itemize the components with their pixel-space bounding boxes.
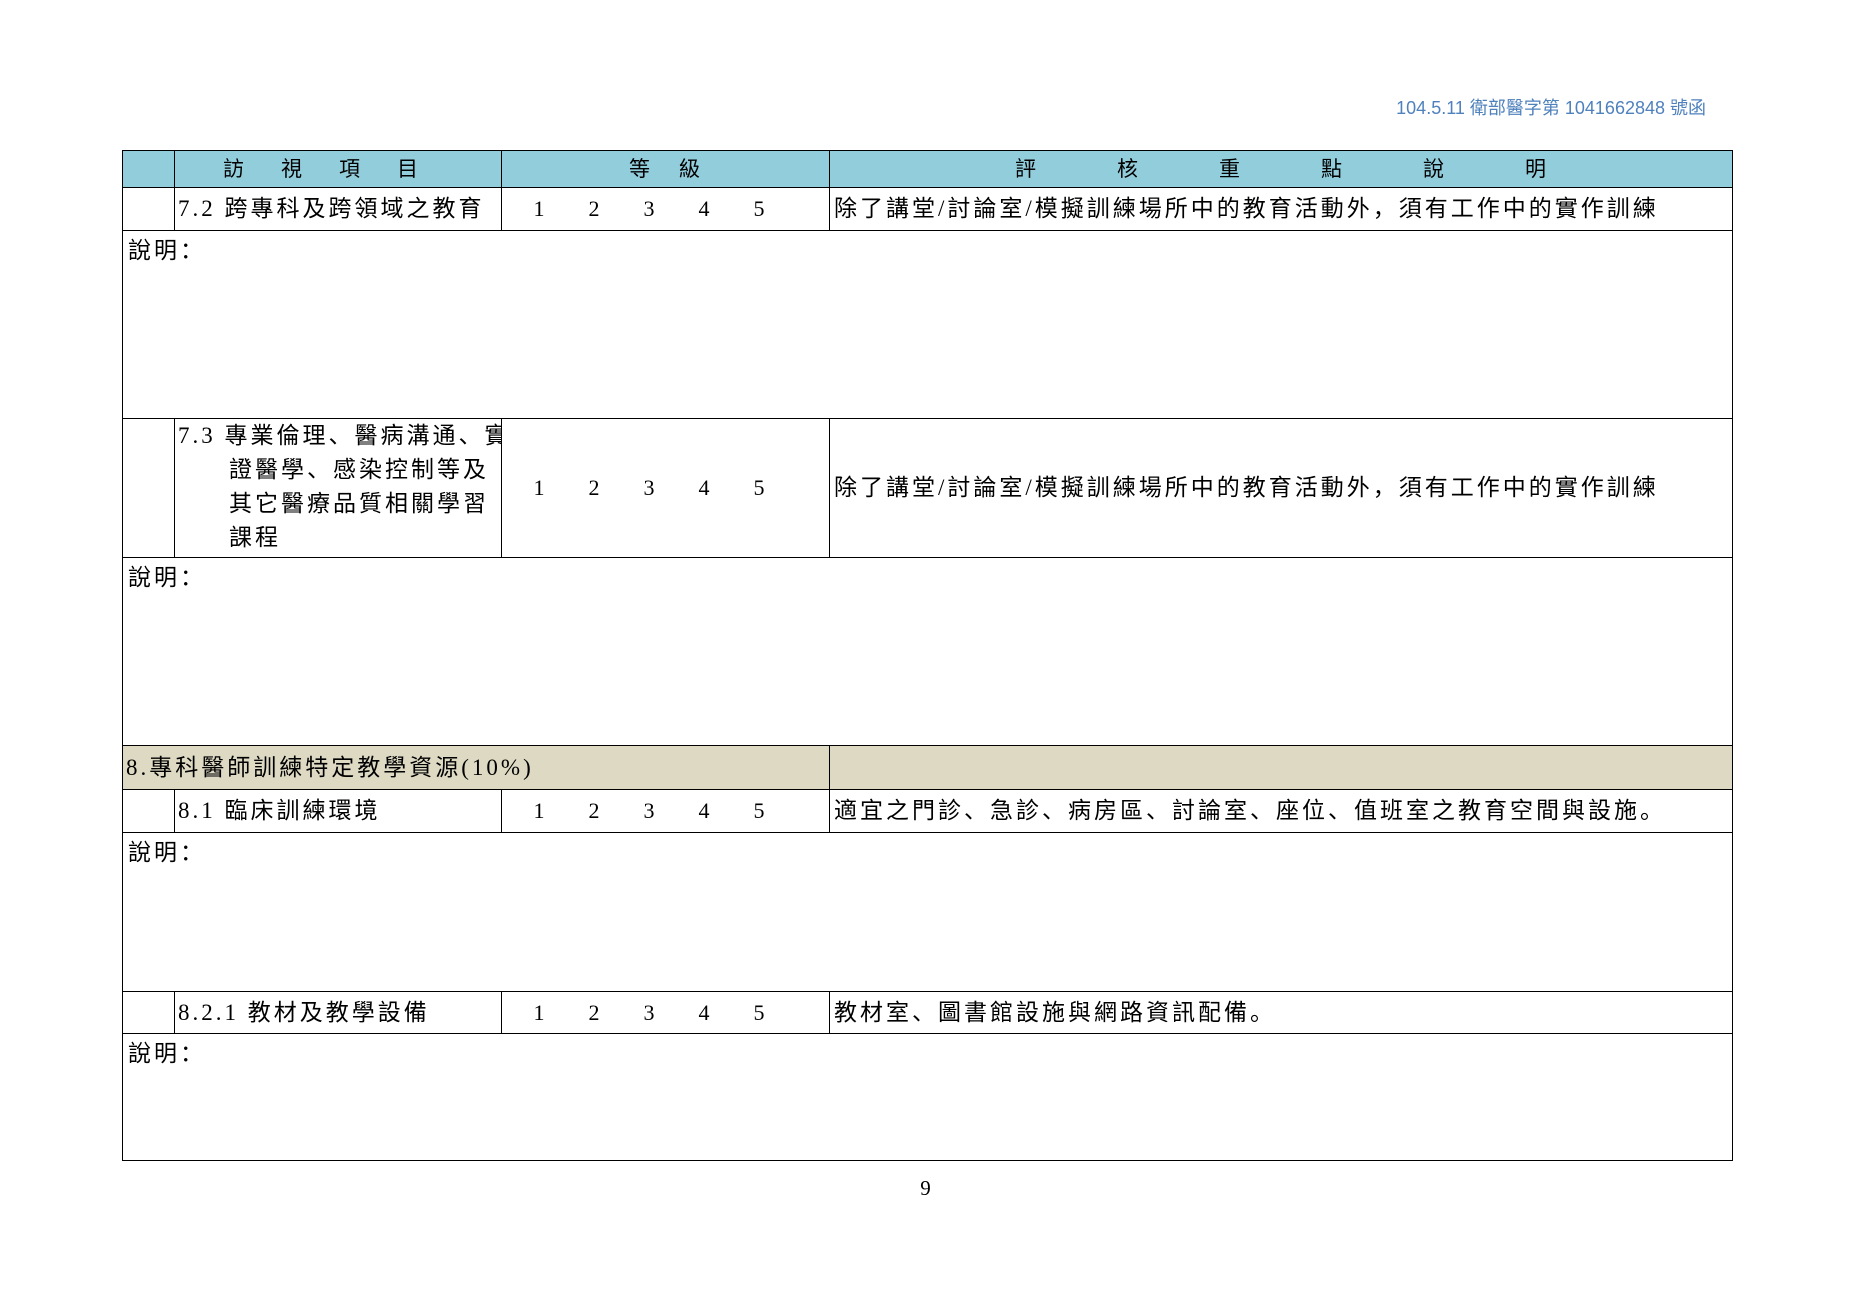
header-char: 重 — [1219, 157, 1240, 181]
document-page: 104.5.11 衛部醫字第 1041662848 號函 訪視項目 等級 評核重… — [0, 0, 1851, 1309]
grade-scale: 1 2 3 4 5 — [503, 796, 829, 826]
section-title: 8.專科醫師訓練特定教學資源(10%) — [122, 745, 830, 790]
note-row: 說明： — [122, 832, 1733, 992]
grade-option: 2 — [588, 999, 600, 1025]
grade-option: 3 — [643, 196, 655, 221]
grade-option: 3 — [643, 999, 655, 1025]
grade-cell: 1 2 3 4 5 — [501, 187, 830, 231]
header-blank-cell — [122, 150, 175, 188]
header-char: 目 — [397, 157, 418, 181]
table-header-row: 訪視項目 等級 評核重點說明 — [122, 150, 1733, 188]
note-label: 說明： — [128, 238, 206, 263]
table-row: 7.2 跨專科及跨領域之教育 1 2 3 4 5 除了講堂/討論室/模擬訓練場所… — [122, 187, 1733, 231]
section-blank-cell — [829, 745, 1733, 790]
header-char: 點 — [1321, 157, 1342, 181]
criteria-text: 教材室、圖書館設施與網路資訊配備。 — [829, 991, 1733, 1034]
grade-option: 2 — [588, 196, 600, 221]
grade-option: 4 — [698, 196, 710, 221]
criteria-text: 除了講堂/討論室/模擬訓練場所中的教育活動外，須有工作中的實作訓練 — [829, 418, 1733, 558]
grade-option: 5 — [753, 475, 765, 500]
header-criteria-label: 評核重點說明 — [831, 154, 1732, 184]
header-char: 說 — [1423, 157, 1444, 181]
grade-option: 2 — [588, 798, 600, 823]
header-char: 訪 — [223, 157, 244, 181]
grade-cell: 1 2 3 4 5 — [501, 789, 830, 833]
table-row: 8.1 臨床訓練環境 1 2 3 4 5 適宜之門診、急診、病房區、討論室、座位… — [122, 789, 1733, 833]
grade-option: 4 — [698, 999, 710, 1025]
note-row: 說明： — [122, 557, 1733, 746]
item-label-line: 其它醫療品質相關學習 — [229, 491, 489, 516]
grade-option: 5 — [753, 999, 765, 1025]
note-row: 說明： — [122, 1033, 1733, 1161]
note-row: 說明： — [122, 230, 1733, 419]
grade-scale: 1 2 3 4 5 — [503, 194, 829, 224]
item-label: 8.2.1 教材及教學設備 — [174, 991, 502, 1034]
note-label: 說明： — [128, 1041, 206, 1066]
indent-cell — [122, 991, 175, 1034]
grade-cell: 1 2 3 4 5 — [501, 991, 830, 1034]
grade-option: 3 — [643, 798, 655, 823]
grade-option: 1 — [533, 798, 545, 823]
header-char: 核 — [1117, 157, 1138, 181]
header-grade-label: 等級 — [503, 154, 829, 184]
grade-option: 1 — [533, 196, 545, 221]
header-item-cell: 訪視項目 — [174, 150, 502, 188]
header-char: 級 — [679, 157, 700, 181]
grade-option: 4 — [698, 475, 710, 500]
grade-option: 2 — [588, 475, 600, 500]
header-char: 評 — [1015, 157, 1036, 181]
grade-option: 1 — [533, 475, 545, 500]
criteria-text: 適宜之門診、急診、病房區、討論室、座位、值班室之教育空間與設施。 — [829, 789, 1733, 833]
table-row: 8.2.1 教材及教學設備 1 2 3 4 5 教材室、圖書館設施與網路資訊配備… — [122, 991, 1733, 1034]
note-area: 說明： — [122, 230, 1733, 419]
indent-cell — [122, 789, 175, 833]
header-char: 視 — [281, 157, 302, 181]
header-char: 等 — [629, 157, 650, 181]
header-item-label: 訪視項目 — [176, 154, 501, 184]
item-label: 7.3 專業倫理、醫病溝通、實 證醫學、感染控制等及 其它醫療品質相關學習 課程 — [174, 418, 502, 558]
section-row: 8.專科醫師訓練特定教學資源(10%) — [122, 745, 1733, 790]
grade-option: 5 — [753, 798, 765, 823]
grade-cell: 1 2 3 4 5 — [501, 418, 830, 558]
item-label-line: 7.3 專業倫理、醫病溝通、實 — [178, 423, 502, 448]
item-label: 7.2 跨專科及跨領域之教育 — [174, 187, 502, 231]
criteria-text: 除了講堂/討論室/模擬訓練場所中的教育活動外，須有工作中的實作訓練 — [829, 187, 1733, 231]
note-area: 說明： — [122, 557, 1733, 746]
table-row: 7.3 專業倫理、醫病溝通、實 證醫學、感染控制等及 其它醫療品質相關學習 課程… — [122, 418, 1733, 558]
note-label: 說明： — [128, 840, 206, 865]
grade-option: 4 — [698, 798, 710, 823]
grade-scale: 1 2 3 4 5 — [503, 998, 829, 1028]
grade-option: 1 — [533, 999, 545, 1025]
item-label: 8.1 臨床訓練環境 — [174, 789, 502, 833]
note-label: 說明： — [128, 565, 206, 590]
note-area: 說明： — [122, 832, 1733, 992]
header-char: 項 — [339, 157, 360, 181]
indent-cell — [122, 187, 175, 231]
review-table: 訪視項目 等級 評核重點說明 7.2 跨專科及跨領域之教育 1 2 3 4 5 — [122, 150, 1733, 1161]
header-char: 明 — [1525, 157, 1546, 181]
item-label-line: 課程 — [229, 525, 281, 550]
grade-option: 3 — [643, 475, 655, 500]
header-criteria-cell: 評核重點說明 — [829, 150, 1733, 188]
header-grade-cell: 等級 — [501, 150, 830, 188]
note-area: 說明： — [122, 1033, 1733, 1161]
indent-cell — [122, 418, 175, 558]
header-reference-note: 104.5.11 衛部醫字第 1041662848 號函 — [1396, 98, 1706, 118]
item-label-line: 證醫學、感染控制等及 — [229, 457, 489, 482]
grade-option: 5 — [753, 196, 765, 221]
page-number: 9 — [920, 1176, 931, 1200]
grade-scale: 1 2 3 4 5 — [503, 473, 829, 503]
